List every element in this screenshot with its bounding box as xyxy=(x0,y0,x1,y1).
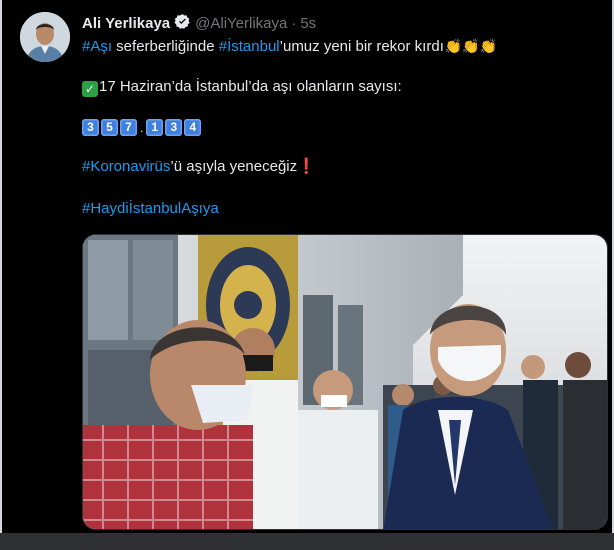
vaccination-count: 3 5 7 . 1 3 4 xyxy=(82,118,202,138)
hashtag-haydi-istanbul-asiya[interactable]: #HaydiİstanbulAşıya xyxy=(82,200,219,217)
tweet-header: Ali Yerlikaya @AliYerlikaya · 5s xyxy=(82,13,316,33)
line1-text-2: ’umuz yeni bir rekor kırdı xyxy=(279,38,444,55)
exclamation-emoji-icon: ❗ xyxy=(297,158,316,175)
check-mark-emoji-icon: ✓ xyxy=(82,81,98,97)
avatar[interactable] xyxy=(20,12,70,62)
clapping-hands-emoji-icon: 👏👏👏 xyxy=(444,38,498,54)
keycap-digit: 1 xyxy=(146,119,164,136)
bottom-bar xyxy=(0,533,614,550)
keycap-digit: 7 xyxy=(120,119,137,136)
tweet-text: #Aşı seferberliğinde #İstanbul’umuz yeni… xyxy=(82,36,602,219)
author-name[interactable]: Ali Yerlikaya xyxy=(82,15,170,32)
tweet-line-2: ✓ 17 Haziran’da İstanbul’da aşı olanların… xyxy=(82,77,602,97)
tweet-line-3: 3 5 7 . 1 3 4 xyxy=(82,117,602,139)
author-handle[interactable]: @AliYerlikaya xyxy=(195,15,287,32)
tweet-line-5: #HaydiİstanbulAşıya xyxy=(82,199,602,219)
keycap-digit: 3 xyxy=(165,119,183,136)
line4-text: ’ü aşıyla yeneceğiz xyxy=(170,158,298,175)
tweet-photo[interactable] xyxy=(82,234,608,530)
verified-badge-icon xyxy=(174,13,191,34)
tweet-card[interactable]: Ali Yerlikaya @AliYerlikaya · 5s #Aşı se… xyxy=(2,0,612,533)
line1-text-1: seferberliğinde xyxy=(112,38,219,55)
separator-dot: · xyxy=(291,14,297,32)
line2-text: 17 Haziran’da İstanbul’da aşı olanların … xyxy=(99,78,402,95)
keycap-digit: 5 xyxy=(101,119,118,136)
count-separator: . xyxy=(140,120,144,135)
tweet-photo-image xyxy=(83,235,607,529)
tweet-line-1: #Aşı seferberliğinde #İstanbul’umuz yeni… xyxy=(82,36,602,57)
tweet-line-4: #Koronavirüs’ü aşıyla yeneceğiz❗ xyxy=(82,157,602,177)
keycap-digit: 4 xyxy=(184,119,202,136)
hashtag-istanbul[interactable]: #İstanbul xyxy=(219,38,280,55)
keycap-digit: 3 xyxy=(82,119,99,136)
hashtag-koronavirus[interactable]: #Koronavirüs xyxy=(82,158,170,175)
hashtag-asi[interactable]: #Aşı xyxy=(82,38,112,55)
timestamp[interactable]: 5s xyxy=(300,15,316,32)
